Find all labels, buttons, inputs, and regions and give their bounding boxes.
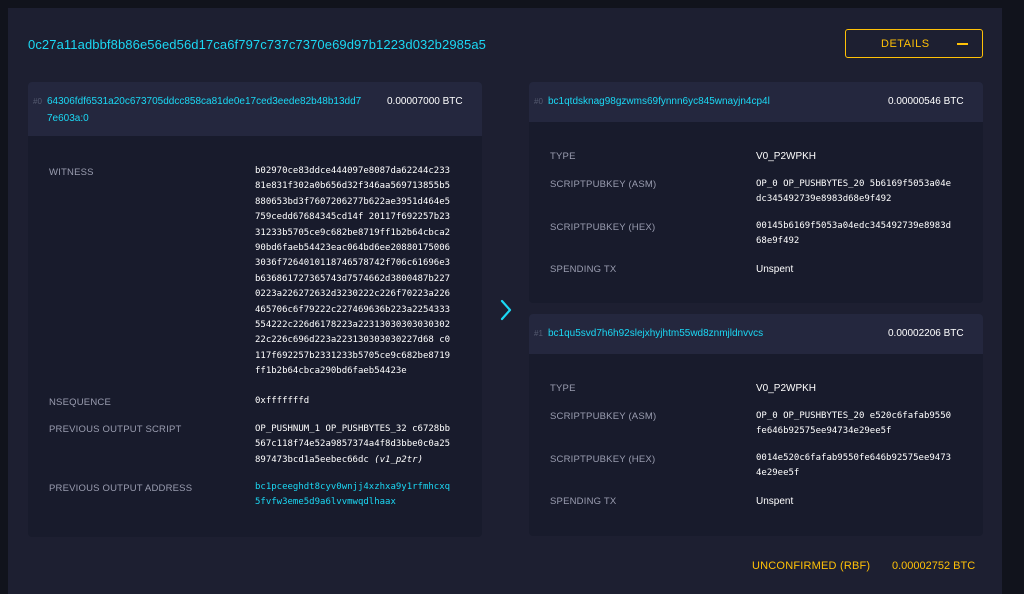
output-1-index: #1	[534, 329, 543, 338]
output-1-hex-label: SCRIPTPUBKEY (HEX)	[550, 454, 656, 465]
confirmation-status-badge: UNCONFIRMED (RBF)	[752, 560, 871, 572]
output-0-spending-value: Unspent	[756, 264, 794, 275]
input-panel: #0 64306fdf6531a20c673705ddcc858ca81de0e…	[28, 82, 482, 537]
prev-output-script-type: (v1_p2tr)	[374, 454, 423, 465]
prev-output-address-label: PREVIOUS OUTPUT ADDRESS	[49, 483, 193, 494]
input-index: #0	[33, 97, 42, 106]
output-0-asm-label: SCRIPTPUBKEY (ASM)	[550, 179, 657, 190]
witness-label: WITNESS	[49, 167, 94, 178]
transaction-total-amount: 0.00002752 BTC	[892, 560, 976, 572]
prev-output-address-link[interactable]: bc1pceeghdt8cyv0wnjj4xzhxa9y1rfmhcxq 5fv…	[255, 480, 450, 511]
input-outpoint-line-2: 7e603a:0	[47, 113, 89, 124]
output-1-hex-value: 0014e520c6fafab9550fe646b92575ee9473 4e2…	[756, 453, 952, 479]
details-toggle-button[interactable]: DETAILS	[845, 29, 983, 58]
output-0-asm-value: OP_0 OP_PUSHBYTES_20 5b6169f5053a04e dc3…	[756, 179, 952, 205]
output-0-amount: 0.00000546 BTC	[888, 96, 964, 107]
output-1-asm-label: SCRIPTPUBKEY (ASM)	[550, 411, 657, 422]
minus-icon	[957, 43, 968, 45]
nsequence-value: 0xfffffffd	[255, 396, 310, 406]
prev-output-script-label: PREVIOUS OUTPUT SCRIPT	[49, 424, 182, 435]
details-button-label: DETAILS	[881, 38, 930, 50]
output-0-type-label: TYPE	[550, 151, 576, 162]
input-amount: 0.00007000 BTC	[387, 96, 463, 107]
output-1-type-label: TYPE	[550, 383, 576, 394]
output-panel-1: #1 bc1qu5svd7h6h92slejxhyjhtm55wd8znmjld…	[529, 314, 983, 536]
input-outpoint-link[interactable]: 64306fdf6531a20c673705ddcc858ca81de0e17c…	[47, 93, 361, 127]
chevron-right-icon	[500, 299, 512, 321]
nsequence-label: NSEQUENCE	[49, 397, 111, 408]
output-0-type-value: V0_P2WPKH	[756, 151, 817, 162]
transaction-id-link[interactable]: 0c27a11adbbf8b86e56ed56d17ca6f797c737c73…	[28, 37, 486, 52]
output-1-asm-value: OP_0 OP_PUSHBYTES_20 e520c6fafab9550 fe6…	[756, 411, 952, 437]
output-1-type-value: V0_P2WPKH	[756, 383, 817, 394]
output-1-amount: 0.00002206 BTC	[888, 328, 964, 339]
output-0-address-link[interactable]: bc1qtdsknag98gzwms69fynnn6yc845wnayjn4cp…	[548, 93, 770, 110]
output-1-spending-label: SPENDING TX	[550, 496, 617, 507]
output-0-hex-value: 00145b6169f5053a04edc345492739e8983d 68e…	[756, 221, 952, 247]
output-1-address-link[interactable]: bc1qu5svd7h6h92slejxhyjhtm55wd8znmjldnvv…	[548, 325, 763, 342]
output-panel-0: #0 bc1qtdsknag98gzwms69fynnn6yc845wnayjn…	[529, 82, 983, 303]
output-0-spending-label: SPENDING TX	[550, 264, 617, 275]
input-outpoint-line-1: 64306fdf6531a20c673705ddcc858ca81de0e17c…	[47, 96, 362, 107]
prev-output-script-value: OP_PUSHNUM_1 OP_PUSHBYTES_32 c6728bb 567…	[255, 422, 450, 468]
output-0-hex-label: SCRIPTPUBKEY (HEX)	[550, 222, 656, 233]
output-0-index: #0	[534, 97, 543, 106]
output-1-spending-value: Unspent	[756, 496, 794, 507]
witness-value: b02970ce83ddce444097e8087da62244c233 81e…	[255, 166, 451, 377]
